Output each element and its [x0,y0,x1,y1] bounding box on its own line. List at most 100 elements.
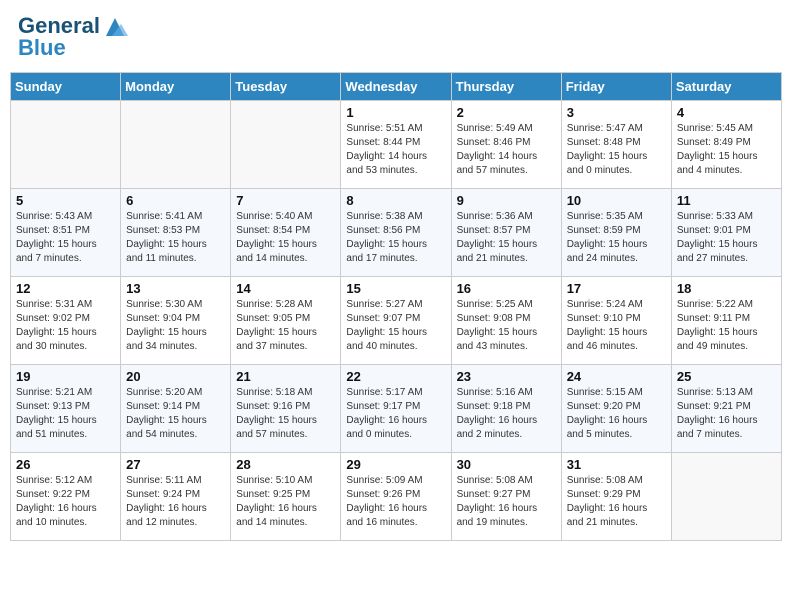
calendar-cell: 24Sunrise: 5:15 AMSunset: 9:20 PMDayligh… [561,365,671,453]
day-number: 12 [16,281,115,296]
header-cell-wednesday: Wednesday [341,73,451,101]
day-info: Sunrise: 5:18 AMSunset: 9:16 PMDaylight:… [236,386,335,442]
calendar-body: 1Sunrise: 5:51 AMSunset: 8:44 PMDaylight… [11,101,782,541]
calendar-cell: 5Sunrise: 5:43 AMSunset: 8:51 PMDaylight… [11,189,121,277]
calendar-cell: 22 Sunrise: 5:17 AMSunset: 9:17 PMDayligh… [341,365,451,453]
day-info: Sunrise: 5:38 AMSunset: 8:56 PMDaylight:… [346,210,445,266]
day-info: Sunrise: 5:51 AMSunset: 8:44 PMDaylight:… [346,122,445,178]
day-info: Sunrise: 5:21 AMSunset: 9:13 PMDaylight:… [16,386,115,442]
calendar-cell: 7 Sunrise: 5:40 AMSunset: 8:54 PMDaylight… [231,189,341,277]
calendar-cell: 8 Sunrise: 5:38 AMSunset: 8:56 PMDaylight… [341,189,451,277]
day-info: Sunrise: 5:31 AMSunset: 9:02 PMDaylight:… [16,298,115,354]
calendar-cell: 4 Sunrise: 5:45 AMSunset: 8:49 PMDaylight… [671,101,781,189]
header-cell-thursday: Thursday [451,73,561,101]
day-info: Sunrise: 5:27 AMSunset: 9:07 PMDaylight:… [346,298,445,354]
calendar-cell: 18Sunrise: 5:22 AMSunset: 9:11 PMDayligh… [671,277,781,365]
day-info: Sunrise: 5:33 AMSunset: 9:01 PMDaylight:… [677,210,776,266]
day-info: Sunrise: 5:13 AMSunset: 9:21 PMDaylight:… [677,386,776,442]
calendar-cell: 20 Sunrise: 5:20 AMSunset: 9:14 PMDayligh… [121,365,231,453]
day-number: 18 [677,281,776,296]
day-number: 8 [346,193,445,208]
calendar-cell: 23 Sunrise: 5:16 AMSunset: 9:18 PMDayligh… [451,365,561,453]
calendar-cell: 19 Sunrise: 5:21 AMSunset: 9:13 PMDayligh… [11,365,121,453]
day-info: Sunrise: 5:36 AMSunset: 8:57 PMDaylight:… [457,210,556,266]
day-info: Sunrise: 5:49 AMSunset: 8:46 PMDaylight:… [457,122,556,178]
day-info: Sunrise: 5:11 AMSunset: 9:24 PMDaylight:… [126,474,225,530]
day-info: Sunrise: 5:45 AMSunset: 8:49 PMDaylight:… [677,122,776,178]
header-row: SundayMondayTuesdayWednesdayThursdayFrid… [11,73,782,101]
calendar-cell: 11 Sunrise: 5:33 AMSunset: 9:01 PMDayligh… [671,189,781,277]
day-number: 14 [236,281,335,296]
calendar-cell: 30 Sunrise: 5:08 AMSunset: 9:27 PMDayligh… [451,453,561,541]
day-info: Sunrise: 5:41 AMSunset: 8:53 PMDaylight:… [126,210,225,266]
day-number: 6 [126,193,225,208]
calendar-cell: 31 Sunrise: 5:08 AMSunset: 9:29 PMDayligh… [561,453,671,541]
calendar-cell: 25 Sunrise: 5:13 AMSunset: 9:21 PMDayligh… [671,365,781,453]
calendar-cell: 9 Sunrise: 5:36 AMSunset: 8:57 PMDaylight… [451,189,561,277]
calendar-header: SundayMondayTuesdayWednesdayThursdayFrid… [11,73,782,101]
day-info: Sunrise: 5:47 AMSunset: 8:48 PMDaylight:… [567,122,666,178]
day-number: 27 [126,457,225,472]
day-info: Sunrise: 5:16 AMSunset: 9:18 PMDaylight:… [457,386,556,442]
day-number: 7 [236,193,335,208]
calendar-cell: 1Sunrise: 5:51 AMSunset: 8:44 PMDaylight… [341,101,451,189]
day-info: Sunrise: 5:20 AMSunset: 9:14 PMDaylight:… [126,386,225,442]
day-number: 25 [677,369,776,384]
calendar-cell: 29Sunrise: 5:09 AMSunset: 9:26 PMDayligh… [341,453,451,541]
day-info: Sunrise: 5:35 AMSunset: 8:59 PMDaylight:… [567,210,666,266]
header: General Blue [10,10,782,64]
calendar-cell: 17 Sunrise: 5:24 AMSunset: 9:10 PMDayligh… [561,277,671,365]
day-number: 28 [236,457,335,472]
day-info: Sunrise: 5:25 AMSunset: 9:08 PMDaylight:… [457,298,556,354]
calendar-cell [121,101,231,189]
calendar-cell [671,453,781,541]
day-info: Sunrise: 5:10 AMSunset: 9:25 PMDaylight:… [236,474,335,530]
day-info: Sunrise: 5:08 AMSunset: 9:27 PMDaylight:… [457,474,556,530]
day-number: 9 [457,193,556,208]
week-row-4: 26 Sunrise: 5:12 AMSunset: 9:22 PMDayligh… [11,453,782,541]
header-cell-friday: Friday [561,73,671,101]
week-row-3: 19 Sunrise: 5:21 AMSunset: 9:13 PMDayligh… [11,365,782,453]
day-info: Sunrise: 5:08 AMSunset: 9:29 PMDaylight:… [567,474,666,530]
day-number: 23 [457,369,556,384]
header-cell-sunday: Sunday [11,73,121,101]
day-number: 22 [346,369,445,384]
logo-icon [102,14,128,40]
calendar-cell: 26 Sunrise: 5:12 AMSunset: 9:22 PMDayligh… [11,453,121,541]
day-info: Sunrise: 5:24 AMSunset: 9:10 PMDaylight:… [567,298,666,354]
day-number: 15 [346,281,445,296]
day-number: 3 [567,105,666,120]
logo: General Blue [18,14,128,60]
calendar-cell: 27 Sunrise: 5:11 AMSunset: 9:24 PMDayligh… [121,453,231,541]
day-number: 16 [457,281,556,296]
calendar-cell: 15 Sunrise: 5:27 AMSunset: 9:07 PMDayligh… [341,277,451,365]
calendar-table: SundayMondayTuesdayWednesdayThursdayFrid… [10,72,782,541]
calendar-cell: 12 Sunrise: 5:31 AMSunset: 9:02 PMDayligh… [11,277,121,365]
day-number: 20 [126,369,225,384]
day-info: Sunrise: 5:17 AMSunset: 9:17 PMDaylight:… [346,386,445,442]
header-cell-saturday: Saturday [671,73,781,101]
day-number: 24 [567,369,666,384]
day-number: 26 [16,457,115,472]
day-number: 31 [567,457,666,472]
week-row-2: 12 Sunrise: 5:31 AMSunset: 9:02 PMDayligh… [11,277,782,365]
day-number: 17 [567,281,666,296]
day-info: Sunrise: 5:09 AMSunset: 9:26 PMDaylight:… [346,474,445,530]
day-number: 11 [677,193,776,208]
day-number: 21 [236,369,335,384]
day-number: 30 [457,457,556,472]
calendar-cell: 21 Sunrise: 5:18 AMSunset: 9:16 PMDayligh… [231,365,341,453]
day-info: Sunrise: 5:40 AMSunset: 8:54 PMDaylight:… [236,210,335,266]
calendar-cell: 10 Sunrise: 5:35 AMSunset: 8:59 PMDayligh… [561,189,671,277]
header-cell-monday: Monday [121,73,231,101]
day-number: 4 [677,105,776,120]
week-row-0: 1Sunrise: 5:51 AMSunset: 8:44 PMDaylight… [11,101,782,189]
calendar-cell: 6 Sunrise: 5:41 AMSunset: 8:53 PMDaylight… [121,189,231,277]
day-info: Sunrise: 5:12 AMSunset: 9:22 PMDaylight:… [16,474,115,530]
day-number: 10 [567,193,666,208]
calendar-cell: 16 Sunrise: 5:25 AMSunset: 9:08 PMDayligh… [451,277,561,365]
day-number: 13 [126,281,225,296]
day-number: 19 [16,369,115,384]
calendar-cell: 28 Sunrise: 5:10 AMSunset: 9:25 PMDayligh… [231,453,341,541]
day-info: Sunrise: 5:28 AMSunset: 9:05 PMDaylight:… [236,298,335,354]
